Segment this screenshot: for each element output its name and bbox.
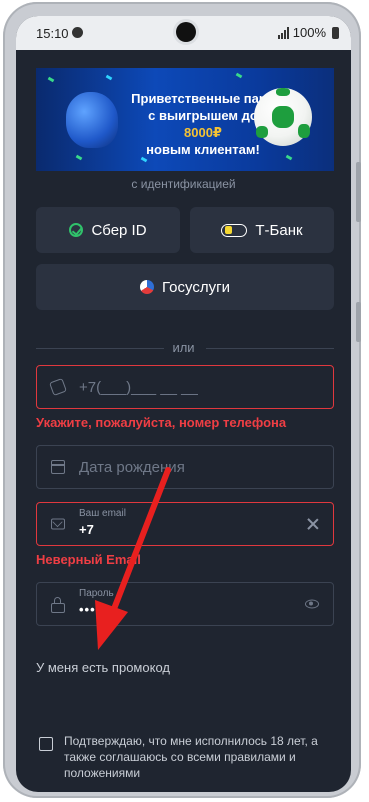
signal-icon [277, 26, 290, 39]
phone-icon [49, 378, 67, 396]
banner-highlight: 8000₽ [184, 125, 222, 140]
power-button [356, 302, 361, 342]
battery-icon [332, 26, 339, 39]
email-value: +7 [79, 522, 94, 537]
status-time: 15:10 [36, 26, 69, 41]
birth-date-placeholder: Дата рождения [79, 459, 185, 476]
tbank-icon [221, 223, 248, 237]
camera-cutout [176, 22, 196, 42]
email-error: Неверный Email [36, 552, 141, 567]
promo-code-link[interactable]: У меня есть промокод [36, 660, 170, 675]
screen: 15:10 100% Приветственные пари с выигрыш… [16, 16, 351, 792]
phone-error: Укажите, пожалуйста, номер телефона [36, 415, 287, 430]
phone-placeholder: +7(___)___ __ __ [79, 379, 198, 396]
battery-percent: 100% [292, 25, 326, 40]
age-consent-checkbox[interactable] [39, 737, 53, 751]
gosuslugi-button[interactable]: Госуслуги [36, 264, 334, 310]
promo-banner[interactable]: Приветственные пари с выигрышем до 8000₽… [36, 68, 334, 171]
volume-button [356, 162, 361, 222]
consent-text: Подтверждаю, что мне исполнилось 18 лет,… [64, 734, 318, 780]
email-field[interactable]: Ваш email +7 [36, 502, 334, 546]
divider-right [206, 348, 334, 349]
email-label: Ваш email [79, 508, 126, 519]
phone-field[interactable]: +7(___)___ __ __ [36, 365, 334, 409]
clear-icon[interactable] [307, 518, 319, 530]
sber-id-button[interactable]: Сбер ID [36, 207, 180, 253]
boxing-glove-icon [66, 92, 118, 148]
password-field[interactable]: Пароль ••••••• [36, 582, 334, 626]
status-bar: 15:10 100% [16, 16, 351, 50]
lock-icon [51, 597, 65, 614]
with-id-label: с идентификацией [131, 177, 236, 191]
birth-date-field[interactable]: Дата рождения [36, 445, 334, 489]
password-label: Пароль [79, 588, 114, 599]
tbank-button[interactable]: Т-Банк [190, 207, 334, 253]
sber-icon [69, 223, 84, 237]
gosuslugi-icon [140, 280, 155, 294]
mail-icon [51, 518, 65, 530]
eye-icon[interactable] [305, 599, 319, 609]
password-value: ••••••• [79, 602, 118, 617]
phone-frame: 15:10 100% Приветственные пари с выигрыш… [3, 2, 361, 798]
calendar-icon [51, 460, 65, 474]
soccer-ball-icon [254, 88, 312, 146]
spotify-icon [72, 27, 83, 38]
status-right: 100% [277, 25, 339, 40]
